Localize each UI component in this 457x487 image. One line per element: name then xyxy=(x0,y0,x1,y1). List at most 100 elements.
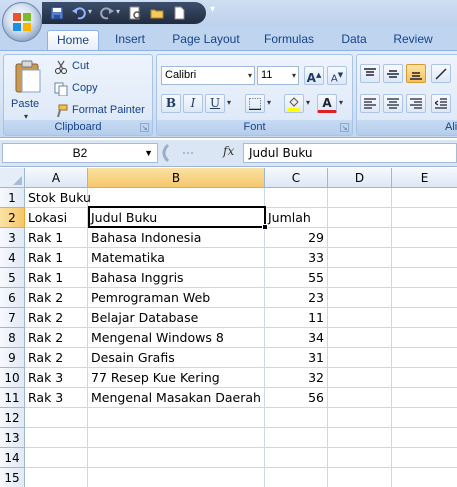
tab-formulas[interactable]: Formulas xyxy=(256,30,322,50)
cell-b1[interactable] xyxy=(88,188,265,208)
underline-dropdown-icon[interactable]: ▾ xyxy=(227,98,231,107)
align-center-button[interactable] xyxy=(383,94,403,113)
cell-c12[interactable] xyxy=(265,408,328,428)
decrease-indent-button[interactable] xyxy=(431,94,451,113)
cell-a5[interactable]: Rak 1 xyxy=(25,268,88,288)
cell-a12[interactable] xyxy=(25,408,88,428)
italic-button[interactable]: I xyxy=(183,94,203,113)
formula-bar-handle-icon[interactable] xyxy=(160,143,208,163)
cell-a15[interactable] xyxy=(25,468,88,487)
row-header[interactable]: 2 xyxy=(0,208,25,228)
cell-d4[interactable] xyxy=(328,248,392,268)
cell-d11[interactable] xyxy=(328,388,392,408)
column-header-b[interactable]: B xyxy=(88,168,265,188)
cell-d14[interactable] xyxy=(328,448,392,468)
row-header[interactable]: 1 xyxy=(0,188,25,208)
tab-insert[interactable]: Insert xyxy=(104,30,156,50)
cell-a13[interactable] xyxy=(25,428,88,448)
cell-c14[interactable] xyxy=(265,448,328,468)
cell-d7[interactable] xyxy=(328,308,392,328)
row-header[interactable]: 4 xyxy=(0,248,25,268)
cell-c13[interactable] xyxy=(265,428,328,448)
cell-a3[interactable]: Rak 1 xyxy=(25,228,88,248)
cell-b4[interactable]: Matematika xyxy=(88,248,265,268)
cell-c10[interactable]: 32 xyxy=(265,368,328,388)
cell-c2[interactable]: Jumlah xyxy=(265,208,328,228)
row-header[interactable]: 7 xyxy=(0,308,25,328)
cell-d2[interactable] xyxy=(328,208,392,228)
insert-function-button[interactable]: fx xyxy=(223,144,234,158)
cell-e5[interactable] xyxy=(392,268,457,288)
fill-handle[interactable] xyxy=(262,224,268,230)
cell-c11[interactable]: 56 xyxy=(265,388,328,408)
row-header[interactable]: 3 xyxy=(0,228,25,248)
cell-e13[interactable] xyxy=(392,428,457,448)
cell-d10[interactable] xyxy=(328,368,392,388)
cell-d3[interactable] xyxy=(328,228,392,248)
font-family-select[interactable]: Calibri ▾ xyxy=(161,66,255,85)
row-header[interactable]: 15 xyxy=(0,468,25,487)
cell-a8[interactable]: Rak 2 xyxy=(25,328,88,348)
cell-b9[interactable]: Desain Grafis xyxy=(88,348,265,368)
cell-a4[interactable]: Rak 1 xyxy=(25,248,88,268)
name-box-dropdown-icon[interactable]: ▼ xyxy=(144,144,153,162)
save-icon[interactable] xyxy=(50,6,64,20)
select-all-button[interactable] xyxy=(0,168,25,188)
cell-e10[interactable] xyxy=(392,368,457,388)
cell-b5[interactable]: Bahasa Inggris xyxy=(88,268,265,288)
cell-c4[interactable]: 33 xyxy=(265,248,328,268)
cell-a7[interactable]: Rak 2 xyxy=(25,308,88,328)
cell-e8[interactable] xyxy=(392,328,457,348)
tab-page-layout[interactable]: Page Layout xyxy=(163,30,249,50)
font-family-dropdown-icon[interactable]: ▾ xyxy=(248,67,252,84)
name-box[interactable]: B2 ▼ xyxy=(2,143,158,163)
orientation-button[interactable] xyxy=(431,64,451,83)
cell-b6[interactable]: Pemrograman Web xyxy=(88,288,265,308)
cell-e14[interactable] xyxy=(392,448,457,468)
cell-b14[interactable] xyxy=(88,448,265,468)
fill-color-dropdown-icon[interactable]: ▾ xyxy=(306,98,310,107)
row-header[interactable]: 13 xyxy=(0,428,25,448)
row-header[interactable]: 14 xyxy=(0,448,25,468)
bottom-align-button[interactable] xyxy=(406,64,426,83)
cell-e12[interactable] xyxy=(392,408,457,428)
office-button[interactable] xyxy=(2,2,42,42)
cell-d5[interactable] xyxy=(328,268,392,288)
column-header-c[interactable]: C xyxy=(265,168,328,188)
cut-button[interactable]: Cut xyxy=(52,59,148,75)
borders-button[interactable] xyxy=(245,94,265,113)
cell-b3[interactable]: Bahasa Indonesia xyxy=(88,228,265,248)
borders-dropdown-icon[interactable]: ▾ xyxy=(267,98,271,107)
cell-e2[interactable] xyxy=(392,208,457,228)
cell-c3[interactable]: 29 xyxy=(265,228,328,248)
cell-c15[interactable] xyxy=(265,468,328,487)
fill-color-button[interactable] xyxy=(284,94,304,113)
font-size-dropdown-icon[interactable]: ▾ xyxy=(292,67,296,84)
copy-button[interactable]: Copy xyxy=(52,81,148,97)
undo-dropdown-icon[interactable]: ▾ xyxy=(88,7,92,16)
cell-b2[interactable]: Judul Buku xyxy=(88,208,265,228)
cell-d15[interactable] xyxy=(328,468,392,487)
cell-d13[interactable] xyxy=(328,428,392,448)
underline-button[interactable]: U xyxy=(205,94,225,113)
cell-e3[interactable] xyxy=(392,228,457,248)
cell-e1[interactable] xyxy=(392,188,457,208)
paste-button[interactable]: Paste ▾ xyxy=(10,58,46,122)
cell-b12[interactable] xyxy=(88,408,265,428)
font-dialog-launcher-icon[interactable]: ↘ xyxy=(340,123,349,132)
row-header[interactable]: 6 xyxy=(0,288,25,308)
font-color-dropdown-icon[interactable]: ▾ xyxy=(339,98,343,107)
top-align-button[interactable] xyxy=(360,64,380,83)
middle-align-button[interactable] xyxy=(383,64,403,83)
cell-e15[interactable] xyxy=(392,468,457,487)
row-header[interactable]: 8 xyxy=(0,328,25,348)
align-left-button[interactable] xyxy=(360,94,380,113)
worksheet-grid[interactable]: ABCDE 1 Stok Buku 2 Lokasi Judul Buku Jumlah 3… xyxy=(0,168,457,487)
format-painter-button[interactable]: Format Painter xyxy=(52,103,152,119)
cell-b10[interactable]: 77 Resep Kue Kering xyxy=(88,368,265,388)
cell-d9[interactable] xyxy=(328,348,392,368)
cell-c9[interactable]: 31 xyxy=(265,348,328,368)
cell-a11[interactable]: Rak 3 xyxy=(25,388,88,408)
cell-a9[interactable]: Rak 2 xyxy=(25,348,88,368)
bold-button[interactable]: B xyxy=(161,94,181,113)
